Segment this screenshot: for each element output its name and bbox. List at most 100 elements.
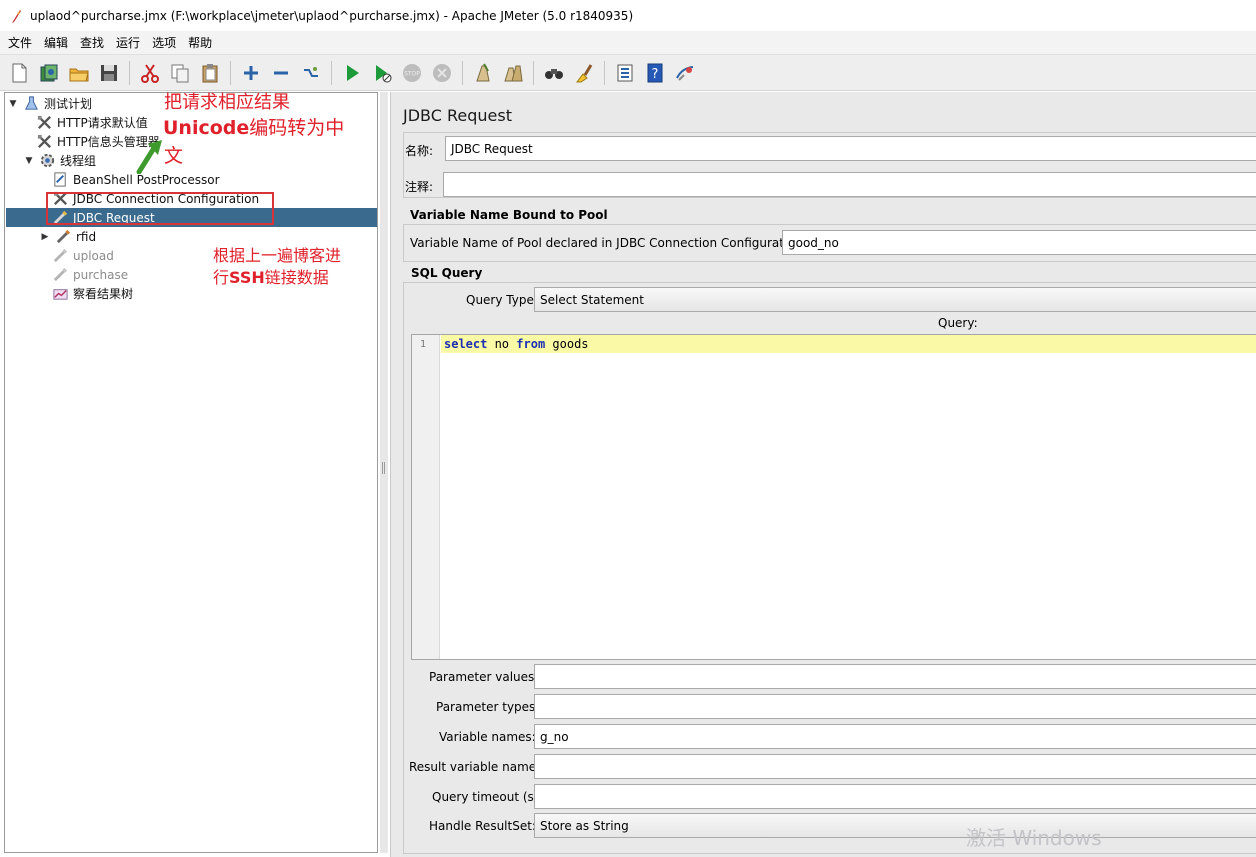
menu-edit[interactable]: 编辑 <box>42 32 70 53</box>
annotation-unicode-bold: Unicode <box>163 117 250 139</box>
green-arrow-icon <box>136 140 162 174</box>
toolbar-separator <box>230 60 231 85</box>
tree-node-http-defaults[interactable]: HTTP请求默认值 <box>35 113 148 132</box>
annotation-unicode-line1: 把请求相应结果 <box>164 92 290 113</box>
query-type-label: Query Type: <box>466 293 538 307</box>
toolbar-separator <box>129 60 130 85</box>
reset-search-icon[interactable] <box>571 60 597 86</box>
variable-names-label: Variable names: <box>439 730 536 744</box>
query-label: Query: <box>938 316 978 330</box>
test-plan-icon <box>22 95 40 113</box>
menu-options[interactable]: 选项 <box>150 32 178 53</box>
sql-keyword: select <box>444 337 488 351</box>
expanded-arrow-icon[interactable]: ▼ <box>23 156 35 166</box>
expand-icon[interactable] <box>238 60 264 86</box>
result-variable-label: Result variable name: <box>409 760 541 774</box>
test-plan-tree: ▼ 测试计划 HTTP请求默认值 HTTP信息头管理器 ▼ 线程组 BeanSh… <box>4 92 378 853</box>
annotation-unicode-line2: Unicode编码转为中 <box>163 113 344 140</box>
comment-label: 注释: <box>405 180 434 194</box>
tree-node-test-plan[interactable]: ▼ 测试计划 <box>7 94 92 113</box>
sampler-icon <box>54 228 72 246</box>
sampler-icon <box>51 247 69 265</box>
pool-variable-field[interactable]: good_no <box>782 230 1256 255</box>
query-editor[interactable]: 1 select no from goods <box>411 334 1256 660</box>
annotation-ssh-pre: 行 <box>213 268 230 287</box>
sql-token: no <box>487 337 517 351</box>
query-timeout-field[interactable] <box>534 784 1256 809</box>
line-number-gutter <box>412 335 440 659</box>
query-timeout-label: Query timeout (s): <box>432 790 543 804</box>
collapse-icon[interactable] <box>268 60 294 86</box>
postprocessor-icon <box>51 171 69 189</box>
tree-node-view-results-tree[interactable]: 察看结果树 <box>51 284 133 303</box>
divider-grip-icon[interactable] <box>382 462 385 474</box>
sql-keyword: from <box>516 337 546 351</box>
sampler-icon <box>51 266 69 284</box>
parameter-values-field[interactable] <box>534 664 1256 689</box>
help-icon[interactable]: ? <box>642 60 668 86</box>
parameter-types-field[interactable] <box>534 694 1256 719</box>
toolbar-separator <box>462 60 463 85</box>
start-no-pause-icon[interactable] <box>369 60 395 86</box>
menu-search[interactable]: 查找 <box>78 32 106 53</box>
menu-bar: 文件 编辑 查找 运行 选项 帮助 <box>0 31 1256 55</box>
handle-resultset-select[interactable]: Store as String <box>534 813 1256 838</box>
expanded-arrow-icon[interactable]: ▼ <box>7 99 19 109</box>
sql-query-section-title: SQL Query <box>411 266 483 280</box>
open-icon[interactable] <box>66 60 92 86</box>
menu-help[interactable]: 帮助 <box>186 32 214 53</box>
paste-icon[interactable] <box>197 60 223 86</box>
clear-all-icon[interactable] <box>500 60 526 86</box>
toolbar: STOP ? <box>0 55 1256 91</box>
new-icon[interactable] <box>6 60 32 86</box>
stop-icon[interactable]: STOP <box>399 60 425 86</box>
annotation-ssh-line1: 根据上一遍博客进 <box>213 246 342 265</box>
variable-names-field[interactable]: g_no <box>534 724 1256 749</box>
comment-field[interactable] <box>443 172 1256 197</box>
search-icon[interactable] <box>541 60 567 86</box>
toolbar-separator <box>533 60 534 85</box>
function-helper-icon[interactable] <box>612 60 638 86</box>
clear-icon[interactable] <box>470 60 496 86</box>
annotation-ssh-line2: 行SSH链接数据 <box>213 264 329 288</box>
tree-node-purchase[interactable]: purchase <box>51 265 128 284</box>
toolbar-separator <box>604 60 605 85</box>
name-field[interactable]: JDBC Request <box>445 136 1256 161</box>
tree-node-rfid[interactable]: ▶ rfid <box>39 227 97 246</box>
start-icon[interactable] <box>339 60 365 86</box>
toggle-icon[interactable] <box>298 60 324 86</box>
split-pane-divider[interactable] <box>380 92 388 853</box>
tree-node-thread-group[interactable]: ▼ 线程组 <box>23 151 96 170</box>
menu-run[interactable]: 运行 <box>114 32 142 53</box>
annotation-highlight-box <box>46 192 274 225</box>
menu-file[interactable]: 文件 <box>6 32 34 53</box>
jmeter-feather-icon <box>12 9 21 23</box>
annotation-ssh-bold: SSH <box>229 268 265 287</box>
annotation-unicode-line3: 文 <box>164 145 184 167</box>
parameter-values-label: Parameter values: <box>429 670 539 684</box>
parameter-types-label: Parameter types: <box>436 700 540 714</box>
svg-text:STOP: STOP <box>404 70 420 77</box>
result-variable-field[interactable] <box>534 754 1256 779</box>
templates-icon[interactable] <box>36 60 62 86</box>
shutdown-icon[interactable] <box>429 60 455 86</box>
copy-icon[interactable] <box>167 60 193 86</box>
collapsed-arrow-icon[interactable]: ▶ <box>39 232 51 242</box>
config-icon <box>35 114 53 132</box>
save-icon[interactable] <box>96 60 122 86</box>
toolbar-separator <box>331 60 332 85</box>
window-title: uplaod^purcharse.jmx (F:\workplace\jmete… <box>30 8 634 23</box>
listener-icon <box>51 285 69 303</box>
remote-icon[interactable] <box>672 60 698 86</box>
line-number: 1 <box>420 339 427 350</box>
thread-group-icon <box>38 152 56 170</box>
pool-section-title: Variable Name Bound to Pool <box>410 208 608 222</box>
query-code[interactable]: select no from goods <box>444 337 589 351</box>
pool-label: Variable Name of Pool declared in JDBC C… <box>410 236 807 250</box>
annotation-unicode-rest: 编码转为中 <box>249 117 345 139</box>
query-type-select[interactable]: Select Statement <box>534 287 1256 312</box>
cut-icon[interactable] <box>137 60 163 86</box>
window-titlebar: uplaod^purcharse.jmx (F:\workplace\jmete… <box>0 0 1256 31</box>
tree-node-upload[interactable]: upload <box>51 246 114 265</box>
handle-resultset-label: Handle ResultSet: <box>429 819 536 833</box>
